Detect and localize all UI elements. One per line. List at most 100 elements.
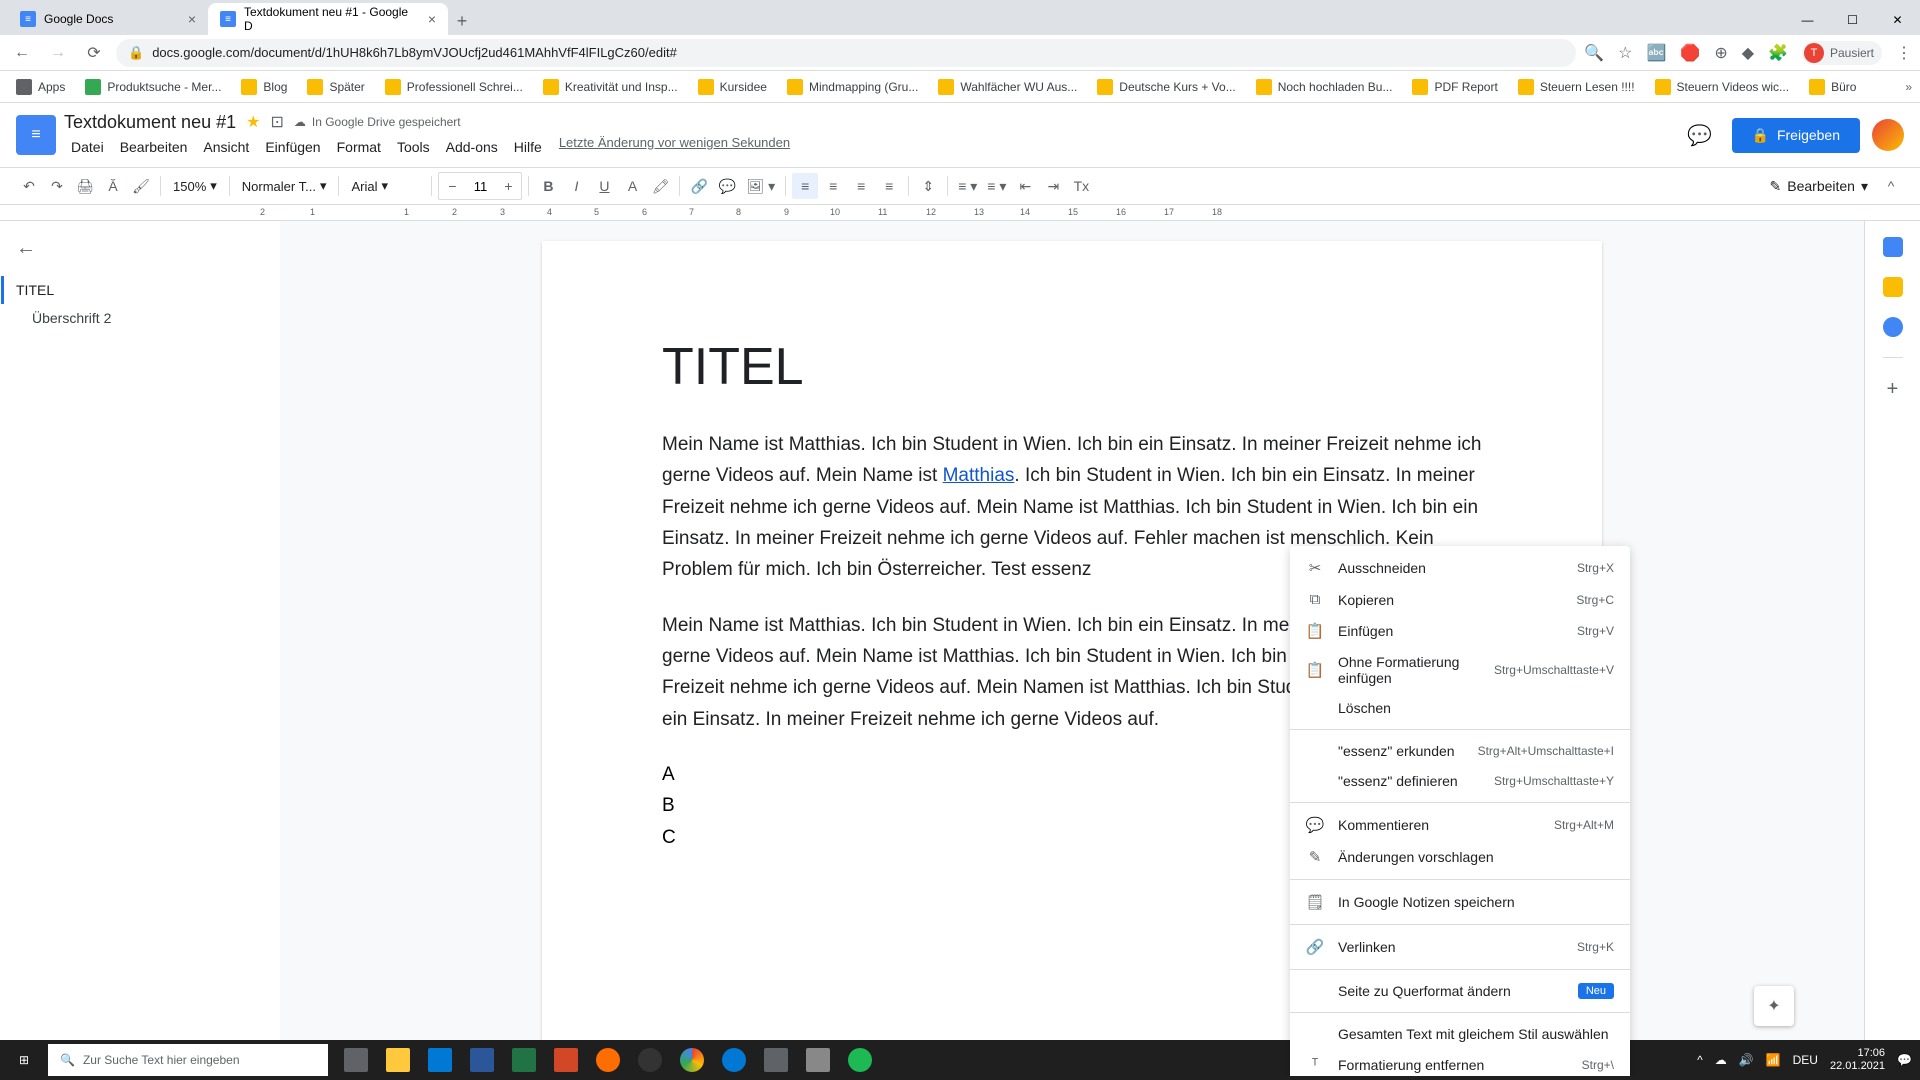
bookmark-item[interactable]: Produktsuche - Mer...	[77, 75, 229, 99]
menu-einfuegen[interactable]: Einfügen	[258, 135, 327, 159]
context-menu-item[interactable]: 📋Ohne Formatierung einfügenStrg+Umschalt…	[1290, 647, 1630, 693]
extension-icon[interactable]: ◆	[1742, 43, 1754, 63]
font-size-increase[interactable]: +	[495, 173, 521, 199]
comment-button[interactable]: 💬	[714, 173, 740, 199]
close-window-button[interactable]: ✕	[1875, 5, 1920, 35]
bookmark-item[interactable]: Wahlfächer WU Aus...	[930, 75, 1085, 99]
numbered-list-button[interactable]: ≡ ▾	[954, 173, 981, 199]
context-menu-item[interactable]: ✎Änderungen vorschlagen	[1290, 841, 1630, 873]
clear-format-button[interactable]: Tx	[1068, 173, 1094, 199]
keep-icon[interactable]	[1883, 277, 1903, 297]
tray-language[interactable]: DEU	[1793, 1053, 1818, 1067]
taskbar-clock[interactable]: 17:06 22.01.2021	[1830, 1047, 1885, 1073]
align-left-button[interactable]: ≡	[792, 173, 818, 199]
redo-button[interactable]: ↷	[44, 173, 70, 199]
line-spacing-button[interactable]: ⇕	[915, 173, 941, 199]
font-select[interactable]: Arial ▾	[345, 178, 425, 194]
tray-wifi-icon[interactable]: 📶	[1766, 1053, 1781, 1067]
comment-history-button[interactable]: 💬	[1680, 115, 1720, 155]
collapse-button[interactable]: ^	[1878, 173, 1904, 199]
link-button[interactable]: 🔗	[686, 173, 712, 199]
menu-datei[interactable]: Datei	[64, 135, 111, 159]
explore-button[interactable]: ✦	[1754, 986, 1794, 1026]
taskbar-app[interactable]	[756, 1040, 796, 1080]
move-icon[interactable]: ⊡	[270, 112, 283, 132]
ruler[interactable]: 21123456789101112131415161718	[0, 205, 1920, 221]
tasks-icon[interactable]	[1883, 317, 1903, 337]
spellcheck-button[interactable]: Ă	[100, 173, 126, 199]
task-view-button[interactable]	[336, 1040, 376, 1080]
new-tab-button[interactable]: +	[448, 7, 476, 35]
bold-button[interactable]: B	[535, 173, 561, 199]
bookmark-item[interactable]: PDF Report	[1404, 75, 1505, 99]
menu-hilfe[interactable]: Hilfe	[507, 135, 549, 159]
outline-item-h1[interactable]: TITEL	[1, 276, 264, 304]
extension-icon[interactable]: 🛑	[1680, 43, 1700, 63]
document-canvas[interactable]: TITEL Mein Name ist Matthias. Ich bin St…	[280, 221, 1864, 1076]
document-title[interactable]: Textdokument neu #1	[64, 112, 236, 133]
star-icon[interactable]: ★	[246, 112, 260, 132]
bookmark-item[interactable]: Kursidee	[690, 75, 775, 99]
taskbar-app[interactable]	[714, 1040, 754, 1080]
italic-button[interactable]: I	[563, 173, 589, 199]
taskbar-app[interactable]	[546, 1040, 586, 1080]
bookmark-item[interactable]: Steuern Videos wic...	[1647, 75, 1798, 99]
highlight-button[interactable]: 🖍	[647, 173, 673, 199]
print-button[interactable]: 🖨	[72, 173, 98, 199]
menu-addons[interactable]: Add-ons	[439, 135, 505, 159]
indent-increase-button[interactable]: ⇥	[1040, 173, 1066, 199]
bookmark-item[interactable]: Büro	[1801, 75, 1864, 99]
taskbar-app[interactable]	[504, 1040, 544, 1080]
close-icon[interactable]: ×	[188, 11, 196, 27]
context-menu-item[interactable]: 🔗VerlinkenStrg+K	[1290, 931, 1630, 963]
context-menu-item[interactable]: "essenz" erkundenStrg+Alt+Umschalttaste+…	[1290, 736, 1630, 766]
reload-button[interactable]: ⟳	[80, 39, 108, 67]
context-menu-item[interactable]: Gesamten Text mit gleichem Stil auswähle…	[1290, 1019, 1630, 1049]
bookmark-item[interactable]: Blog	[233, 75, 295, 99]
context-menu-item[interactable]: Seite zu Querformat ändernNeu	[1290, 976, 1630, 1006]
paint-format-button[interactable]: 🖌	[128, 173, 154, 199]
profile-badge[interactable]: T Pausiert	[1802, 41, 1882, 65]
menu-button[interactable]: ⋮	[1896, 43, 1912, 63]
extensions-button[interactable]: 🧩	[1768, 43, 1788, 63]
style-select[interactable]: Normaler T... ▾	[236, 178, 333, 194]
bookmark-item[interactable]: Kreativität und Insp...	[535, 75, 686, 99]
start-button[interactable]: ⊞	[0, 1040, 48, 1080]
forward-button[interactable]: →	[44, 39, 72, 67]
bookmark-item[interactable]: Mindmapping (Gru...	[779, 75, 926, 99]
menu-tools[interactable]: Tools	[390, 135, 437, 159]
font-size-decrease[interactable]: −	[439, 173, 465, 199]
context-menu-item[interactable]: 💬KommentierenStrg+Alt+M	[1290, 809, 1630, 841]
bookmark-item[interactable]: Steuern Lesen !!!!	[1510, 75, 1643, 99]
tray-onedrive-icon[interactable]: ☁	[1715, 1053, 1727, 1067]
edit-mode-select[interactable]: ✎Bearbeiten ▾	[1762, 174, 1876, 199]
context-menu-item[interactable]: Löschen	[1290, 693, 1630, 723]
taskbar-chrome[interactable]	[672, 1040, 712, 1080]
menu-ansicht[interactable]: Ansicht	[196, 135, 256, 159]
translate-icon[interactable]: 🔤	[1646, 43, 1666, 63]
docs-logo[interactable]: ≡	[16, 115, 56, 155]
menu-bearbeiten[interactable]: Bearbeiten	[113, 135, 195, 159]
taskbar-spotify[interactable]	[840, 1040, 880, 1080]
browser-tab-active[interactable]: ≡ Textdokument neu #1 - Google D ×	[208, 3, 448, 35]
last-edit-link[interactable]: Letzte Änderung vor wenigen Sekunden	[559, 135, 790, 159]
bookmark-item[interactable]: Später	[299, 75, 372, 99]
align-right-button[interactable]: ≡	[848, 173, 874, 199]
taskbar-app[interactable]	[378, 1040, 418, 1080]
search-icon[interactable]: 🔍	[1584, 43, 1604, 63]
extension-icon[interactable]: ⊕	[1714, 43, 1727, 63]
share-button[interactable]: 🔒Freigeben	[1732, 118, 1860, 153]
context-menu-item[interactable]: 🗒In Google Notizen speichern	[1290, 886, 1630, 918]
taskbar-app[interactable]	[798, 1040, 838, 1080]
outline-item-h2[interactable]: Überschrift 2	[16, 304, 264, 332]
zoom-select[interactable]: 150% ▾	[167, 178, 223, 194]
taskbar-app[interactable]	[462, 1040, 502, 1080]
font-size-input[interactable]: 11	[465, 179, 495, 194]
url-input[interactable]: 🔒 docs.google.com/document/d/1hUH8k6h7Lb…	[116, 39, 1576, 67]
bookmark-item[interactable]: Deutsche Kurs + Vo...	[1089, 75, 1243, 99]
maximize-button[interactable]: ☐	[1830, 5, 1875, 35]
star-icon[interactable]: ☆	[1618, 43, 1632, 63]
tray-volume-icon[interactable]: 🔊	[1739, 1053, 1754, 1067]
menu-format[interactable]: Format	[330, 135, 388, 159]
text-color-button[interactable]: A	[619, 173, 645, 199]
